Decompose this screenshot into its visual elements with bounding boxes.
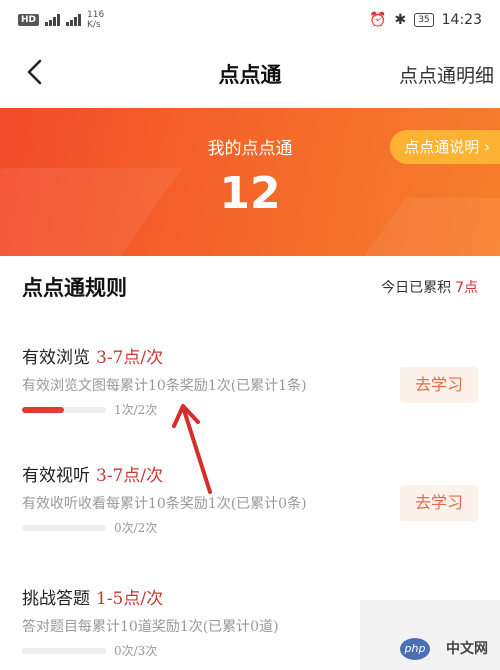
task-points: 3-7点/次: [96, 348, 164, 368]
today-label: 今日已累积: [381, 280, 452, 296]
task-progress-fill: [22, 407, 64, 413]
watermark-text: 中文网: [446, 641, 488, 657]
signal-icon: [66, 14, 82, 26]
go-study-button[interactable]: 去学习: [400, 367, 478, 403]
today-points: 7点: [455, 280, 478, 296]
php-logo-icon: php: [400, 638, 430, 660]
task-item: 有效浏览 3-7点/次 有效浏览文图每累计10条奖励1次(已累计1条) 1次/2次…: [0, 325, 500, 443]
explain-button[interactable]: 点点通说明 ›: [390, 130, 500, 164]
task-progress-text: 0次/2次: [114, 521, 158, 535]
points-total: 12: [219, 168, 281, 219]
watermark: php 中文网: [360, 600, 500, 670]
today-total: 今日已累积 7点: [381, 277, 478, 297]
task-progress-bar: [22, 648, 106, 654]
alarm-icon: ⏰: [369, 12, 387, 28]
task-progress-text: 0次/3次: [114, 644, 158, 658]
task-points: 3-7点/次: [96, 466, 164, 486]
task-points: 1-5点/次: [96, 589, 164, 609]
task-name-text: 有效视听: [22, 466, 90, 486]
network-speed-unit: K/s: [87, 20, 101, 30]
task-item: 有效视听 3-7点/次 有效收听收看每累计10条奖励1次(已累计0条) 0次/2次…: [0, 443, 500, 561]
task-progress-bar: [22, 407, 106, 413]
task-description: 有效收听收看每累计10条奖励1次(已累计0条): [22, 496, 307, 512]
hd-badge: HD: [18, 14, 40, 26]
rules-title: 点点通规则: [22, 276, 127, 300]
network-speed: 116 K/s: [87, 10, 104, 30]
points-banner: 我的点点通 12 点点通说明 ›: [0, 108, 500, 256]
task-name: 挑战答题 1-5点/次: [22, 584, 163, 609]
task-name-text: 有效浏览: [22, 348, 90, 368]
status-time: 14:23: [441, 12, 482, 28]
signal-icon: [45, 14, 61, 26]
task-description: 有效浏览文图每累计10条奖励1次(已累计1条): [22, 378, 307, 394]
status-bar: HD 116 K/s ⏰ ✱ 35 14:23: [0, 0, 500, 40]
network-speed-value: 116: [87, 10, 105, 20]
task-progress-text: 1次/2次: [114, 403, 158, 417]
bluetooth-icon: ✱: [394, 12, 407, 28]
task-name-text: 挑战答题: [22, 589, 90, 609]
task-progress-bar: [22, 525, 106, 531]
status-left: HD 116 K/s: [18, 10, 104, 30]
go-study-button[interactable]: 去学习: [400, 485, 478, 521]
rules-header: 点点通规则 今日已累积 7点: [0, 256, 500, 318]
annotation-arrow-icon: [172, 404, 212, 494]
task-description: 答对题目每累计10道奖励1次(已累计0道): [22, 619, 279, 635]
details-link[interactable]: 点点通明细: [399, 61, 494, 88]
status-right: ⏰ ✱ 35 14:23: [369, 12, 482, 28]
task-name: 有效视听 3-7点/次: [22, 461, 163, 486]
nav-bar: 点点通 点点通明细: [0, 40, 500, 108]
task-name: 有效浏览 3-7点/次: [22, 343, 163, 368]
battery-icon: 35: [414, 13, 434, 27]
